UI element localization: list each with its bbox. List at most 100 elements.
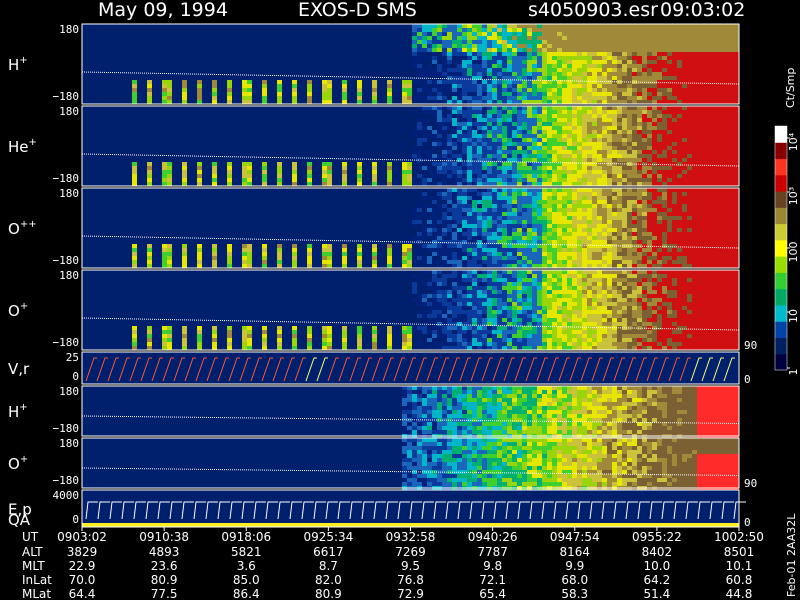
heatmap-cell [277, 162, 282, 166]
heatmap-cell [722, 110, 727, 114]
heatmap-cell [472, 118, 477, 122]
heatmap-cell [547, 60, 552, 64]
heatmap-cell [632, 28, 637, 32]
heatmap-cell [537, 92, 542, 96]
heatmap-cell [637, 134, 642, 138]
heatmap-cell [602, 92, 607, 96]
heatmap-cell [147, 162, 152, 166]
heatmap-cell [527, 182, 532, 186]
heatmap-cell [692, 138, 697, 142]
heatmap-cell [572, 106, 577, 110]
header-time: 09:03:02 [660, 0, 745, 21]
heatmap-cell [657, 220, 662, 224]
heatmap-cell [497, 260, 502, 264]
heatmap-cell [542, 146, 547, 150]
heatmap-cell [497, 310, 502, 314]
heatmap-cell [507, 290, 512, 294]
heatmap-cell [477, 110, 482, 114]
heatmap-cell [592, 240, 597, 244]
heatmap-cell [432, 32, 437, 36]
heatmap-cell [562, 240, 567, 244]
heatmap-cell [387, 170, 392, 174]
heatmap-cell [707, 220, 712, 224]
heatmap-cell [182, 178, 187, 182]
heatmap-cell [577, 68, 582, 72]
heatmap-cell [587, 126, 592, 130]
heatmap-cell [532, 196, 537, 200]
heatmap-cell [612, 236, 617, 240]
heatmap-cell [707, 146, 712, 150]
heatmap-cell [537, 36, 542, 40]
heatmap-cell [292, 342, 297, 346]
heatmap-cell [442, 260, 447, 264]
heatmap-cell [547, 204, 552, 208]
heatmap-cell [657, 196, 662, 200]
heatmap-cell [497, 290, 502, 294]
heatmap-cell [722, 212, 727, 216]
heatmap-cell [492, 286, 497, 290]
heatmap-cell [552, 270, 557, 274]
heatmap-cell [682, 84, 687, 88]
heatmap-cell [672, 40, 677, 44]
heatmap-cell [677, 130, 682, 134]
heatmap-cell [657, 134, 662, 138]
heatmap-cell [607, 40, 612, 44]
heatmap-cell [612, 166, 617, 170]
heatmap-cell [482, 204, 487, 208]
heatmap-cell [517, 80, 522, 84]
heatmap-cell [562, 282, 567, 286]
heatmap-cell [667, 106, 672, 110]
heatmap-cell [502, 162, 507, 166]
heatmap-cell [437, 248, 442, 252]
heatmap-cell [542, 118, 547, 122]
heatmap-cell [642, 96, 647, 100]
heatmap-cell [452, 126, 457, 130]
heatmap-cell [467, 100, 472, 104]
heatmap-cell [442, 126, 447, 130]
heatmap-cell [652, 208, 657, 212]
heatmap-cell [457, 76, 462, 80]
heatmap-cell [437, 36, 442, 40]
heatmap-cell [602, 84, 607, 88]
heatmap-cell [557, 200, 562, 204]
heatmap-cell [617, 162, 622, 166]
heatmap-cell [667, 196, 672, 200]
heatmap-cell [567, 48, 572, 52]
heatmap-cell [197, 244, 202, 248]
heatmap-cell [687, 64, 692, 68]
heatmap-cell [452, 282, 457, 286]
heatmap-cell [602, 240, 607, 244]
heatmap-cell [722, 24, 727, 28]
heatmap-cell [572, 318, 577, 322]
heatmap-cell [652, 182, 657, 186]
heatmap-cell [412, 150, 417, 154]
heatmap-cell [472, 200, 477, 204]
heatmap-cell [502, 232, 507, 236]
heatmap-cell [537, 158, 542, 162]
heatmap-cell [612, 252, 617, 256]
heatmap-cell [712, 60, 717, 64]
heatmap-cell [632, 154, 637, 158]
heatmap-cell [647, 162, 652, 166]
heatmap-cell [462, 228, 467, 232]
heatmap-cell [642, 72, 647, 76]
heatmap-cell [562, 310, 567, 314]
heatmap-cell [447, 260, 452, 264]
heatmap-cell [167, 174, 172, 178]
heatmap-cell [497, 174, 502, 178]
heatmap-cell [417, 162, 422, 166]
heatmap-cell [572, 68, 577, 72]
heatmap-cell [437, 270, 442, 274]
heatmap-cell [327, 342, 332, 346]
heatmap-cell [702, 154, 707, 158]
heatmap-cell [547, 274, 552, 278]
heatmap-cell [617, 110, 622, 114]
heatmap-cell [662, 126, 667, 130]
heatmap-cell [662, 166, 667, 170]
heatmap-cell [707, 236, 712, 240]
heatmap-cell [452, 342, 457, 346]
heatmap-cell [697, 36, 702, 40]
heatmap-cell [452, 286, 457, 290]
heatmap-cell [537, 150, 542, 154]
heatmap-cell [677, 252, 682, 256]
